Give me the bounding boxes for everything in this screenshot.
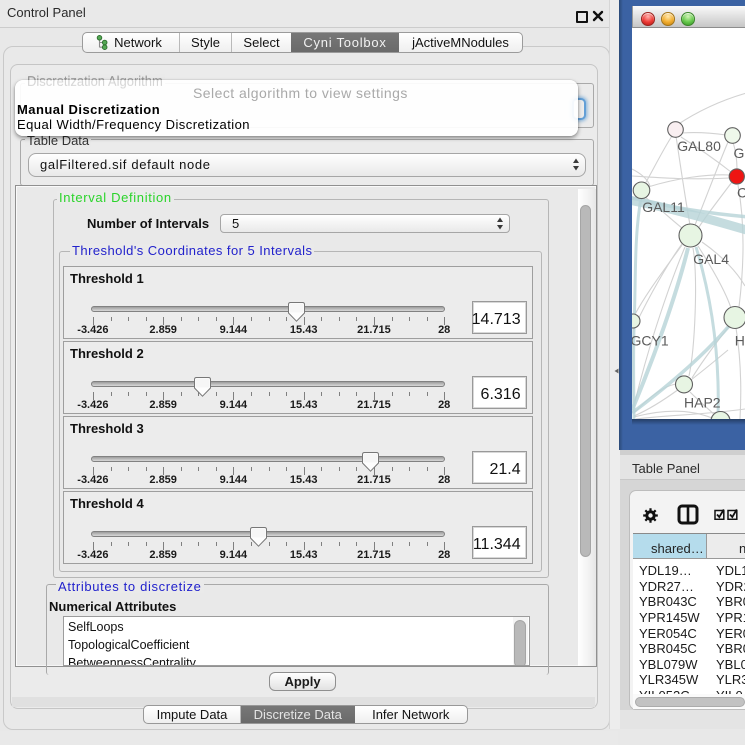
svg-text:C: C [737,185,745,201]
svg-text:GAL4: GAL4 [693,251,729,267]
svg-text:H: H [735,333,745,349]
svg-text:GAL11: GAL11 [642,199,685,215]
svg-text:G: G [734,145,745,161]
svg-text:HAP2: HAP2 [684,395,721,411]
svg-text:GCY1: GCY1 [632,333,669,349]
svg-text:GAL80: GAL80 [677,138,721,154]
